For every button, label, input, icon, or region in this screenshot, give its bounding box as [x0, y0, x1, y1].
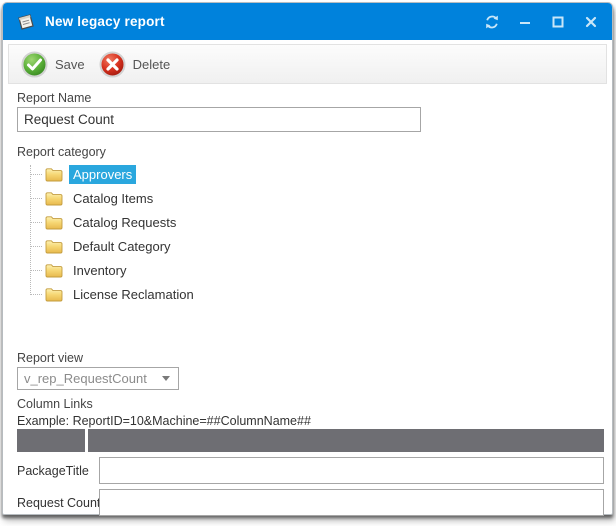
packagetitle-input[interactable] [99, 457, 604, 484]
folder-icon [45, 263, 63, 278]
window-controls [484, 14, 599, 30]
folder-icon [45, 287, 63, 302]
minimize-icon[interactable] [517, 14, 533, 30]
tree-branch-line [30, 222, 42, 223]
folder-icon [45, 167, 63, 182]
tree-item-default-category[interactable]: Default Category [17, 234, 317, 258]
tree-item-label: Catalog Requests [69, 213, 180, 232]
maximize-icon[interactable] [550, 14, 566, 30]
tree-item-license-reclamation[interactable]: License Reclamation [17, 282, 317, 306]
header-cell-name [17, 429, 85, 452]
column-links-label: Column Links [17, 397, 93, 411]
report-view-dropdown[interactable]: v_rep_RequestCount [17, 367, 179, 390]
folder-icon [45, 239, 63, 254]
report-name-input[interactable] [17, 107, 421, 132]
tree-branch-line [30, 246, 42, 247]
title-bar: New legacy report [3, 3, 612, 40]
delete-x-icon [99, 51, 126, 78]
request-count-input[interactable] [99, 489, 604, 516]
column-links-example: Example: ReportID=10&Machine=##ColumnNam… [17, 414, 311, 428]
row-label-request-count: Request Count [17, 496, 100, 510]
save-check-icon [21, 51, 48, 78]
tree-item-inventory[interactable]: Inventory [17, 258, 317, 282]
delete-label: Delete [133, 57, 171, 72]
tree-item-catalog-requests[interactable]: Catalog Requests [17, 210, 317, 234]
tree-item-label: Default Category [69, 237, 175, 256]
tree-branch-line [30, 270, 42, 271]
tree-item-label: License Reclamation [69, 285, 198, 304]
save-label: Save [55, 57, 85, 72]
tree-item-approvers[interactable]: Approvers [17, 162, 317, 186]
refresh-icon[interactable] [484, 14, 500, 30]
toolbar: Save Delete [8, 44, 607, 84]
tree-item-label: Catalog Items [69, 189, 157, 208]
report-category-tree: Approvers Catalog Items Catalog Requests… [17, 162, 317, 306]
save-button[interactable]: Save [21, 51, 85, 78]
notepad-pencil-icon [16, 13, 36, 31]
delete-button[interactable]: Delete [99, 51, 171, 78]
report-view-value: v_rep_RequestCount [24, 371, 162, 386]
tree-item-label: Approvers [69, 165, 136, 184]
folder-icon [45, 191, 63, 206]
folder-icon [45, 215, 63, 230]
report-name-label: Report Name [17, 91, 91, 105]
tree-item-catalog-items[interactable]: Catalog Items [17, 186, 317, 210]
tree-item-label: Inventory [69, 261, 130, 280]
tree-branch-line [30, 294, 42, 295]
chevron-down-icon [162, 376, 170, 381]
tree-branch-line [30, 174, 42, 175]
dialog-window: New legacy report [2, 2, 613, 515]
close-icon[interactable] [583, 14, 599, 30]
row-label-packagetitle: PackageTitle [17, 464, 89, 478]
report-view-label: Report view [17, 351, 83, 365]
report-category-label: Report category [17, 145, 106, 159]
window-title: New legacy report [45, 14, 165, 29]
tree-branch-line [30, 198, 42, 199]
column-links-table-header [17, 429, 604, 452]
header-cell-value [88, 429, 604, 452]
